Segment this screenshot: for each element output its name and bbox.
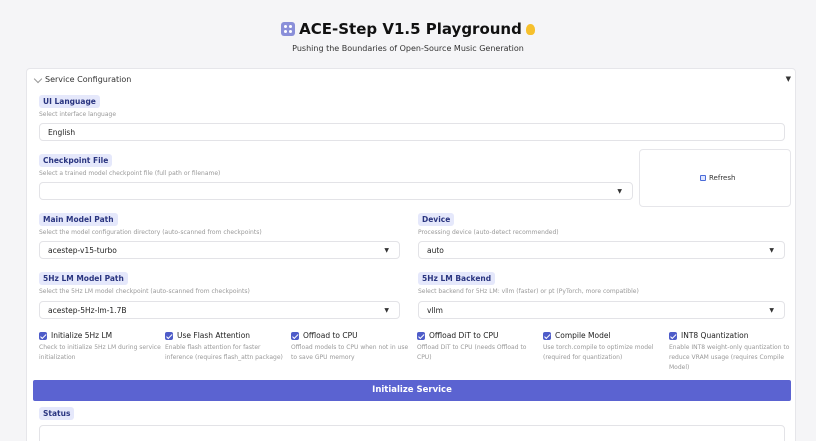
chevron-down-icon: ▼ bbox=[769, 307, 774, 314]
lm-backend-hint: Select backend for 5Hz LM: vllm (faster)… bbox=[418, 288, 639, 295]
refresh-label: Refresh bbox=[709, 174, 736, 182]
checkbox-offload-cpu[interactable]: Offload to CPU Offload models to CPU whe… bbox=[291, 329, 417, 375]
lm-model-dropdown[interactable]: acestep-5Hz-lm-1.7B ▼ bbox=[39, 301, 400, 319]
checkbox-label: Use Flash Attention bbox=[177, 331, 251, 340]
checkbox-offload-dit[interactable]: Offload DiT to CPU Offload DiT to CPU (n… bbox=[417, 329, 543, 375]
checkbox-flash-attention[interactable]: Use Flash Attention Enable flash attenti… bbox=[165, 329, 291, 375]
checkpoint-hint: Select a trained model checkpoint file (… bbox=[39, 170, 221, 177]
refresh-icon bbox=[700, 175, 706, 181]
lm-model-hint: Select the 5Hz LM model checkpoint (auto… bbox=[39, 288, 250, 295]
checkbox-init-lm[interactable]: Initialize 5Hz LM Check to initialize 5H… bbox=[39, 329, 165, 375]
lm-model-value: acestep-5Hz-lm-1.7B bbox=[48, 306, 127, 315]
checkbox-checked-icon[interactable] bbox=[291, 332, 299, 340]
lm-backend-value: vllm bbox=[427, 306, 443, 315]
lm-backend-dropdown[interactable]: vllm ▼ bbox=[418, 301, 785, 319]
main-model-label: Main Model Path bbox=[39, 213, 118, 226]
chevron-down-icon: ▼ bbox=[384, 247, 389, 254]
main-model-value: acestep-v15-turbo bbox=[48, 246, 117, 255]
options-checkbox-row: Initialize 5Hz LM Check to initialize 5H… bbox=[39, 329, 791, 375]
wrench-icon bbox=[33, 74, 43, 84]
checkbox-label: Initialize 5Hz LM bbox=[51, 331, 113, 340]
service-config-accordion-header[interactable]: Service Configuration ▼ bbox=[27, 69, 797, 91]
device-value: auto bbox=[427, 246, 444, 255]
checkbox-checked-icon[interactable] bbox=[165, 332, 173, 340]
main-model-hint: Select the model configuration directory… bbox=[39, 229, 262, 236]
ui-language-label: UI Language bbox=[39, 95, 100, 108]
checkbox-description: Enable flash attention for faster infere… bbox=[165, 344, 283, 361]
service-config-panel: Service Configuration ▼ UI Language Sele… bbox=[26, 68, 796, 441]
title-text: ACE-Step V1.5 Playground bbox=[299, 20, 522, 38]
checkpoint-label: Checkpoint File bbox=[39, 154, 113, 167]
status-label: Status bbox=[39, 407, 75, 420]
ui-language-dropdown[interactable]: English bbox=[39, 123, 785, 141]
ui-language-hint: Select interface language bbox=[39, 111, 117, 118]
accordion-title: Service Configuration bbox=[45, 75, 132, 84]
refresh-button[interactable]: Refresh bbox=[700, 174, 735, 182]
checkbox-label: INT8 Quantization bbox=[681, 331, 749, 340]
initialize-service-button[interactable]: Initialize Service bbox=[33, 380, 791, 401]
device-label: Device bbox=[418, 213, 455, 226]
status-textbox[interactable] bbox=[39, 425, 785, 441]
checkbox-compile-model[interactable]: Compile Model Use torch.compile to optim… bbox=[543, 329, 669, 375]
app-logo-icon bbox=[281, 22, 296, 36]
refresh-container: Refresh bbox=[639, 149, 791, 207]
ui-language-value: English bbox=[48, 128, 76, 137]
page-title: ACE-Step V1.5 Playground bbox=[0, 20, 816, 38]
checkbox-label: Offload to CPU bbox=[303, 331, 358, 340]
lightbulb-icon bbox=[525, 24, 535, 35]
collapse-caret-icon[interactable]: ▼ bbox=[786, 75, 791, 83]
checkbox-description: Check to initialize 5Hz LM during servic… bbox=[39, 344, 161, 361]
checkbox-description: Use torch.compile to optimize model (req… bbox=[543, 344, 654, 361]
checkbox-checked-icon[interactable] bbox=[39, 332, 47, 340]
checkpoint-dropdown[interactable]: ▼ bbox=[39, 182, 633, 200]
checkbox-label: Offload DiT to CPU bbox=[429, 331, 499, 340]
checkbox-checked-icon[interactable] bbox=[417, 332, 425, 340]
main-model-dropdown[interactable]: acestep-v15-turbo ▼ bbox=[39, 241, 400, 259]
device-dropdown[interactable]: auto ▼ bbox=[418, 241, 785, 259]
checkbox-checked-icon[interactable] bbox=[669, 332, 677, 340]
device-hint: Processing device (auto-detect recommend… bbox=[418, 229, 559, 236]
chevron-down-icon: ▼ bbox=[769, 247, 774, 254]
page-subtitle: Pushing the Boundaries of Open-Source Mu… bbox=[292, 44, 524, 53]
page-header: ACE-Step V1.5 Playground Pushing the Bou… bbox=[0, 0, 816, 68]
checkbox-checked-icon[interactable] bbox=[543, 332, 551, 340]
lm-model-label: 5Hz LM Model Path bbox=[39, 272, 128, 285]
checkbox-description: Enable INT8 weight-only quantization to … bbox=[669, 344, 790, 371]
chevron-down-icon: ▼ bbox=[384, 307, 389, 314]
checkbox-description: Offload DiT to CPU (needs Offload to CPU… bbox=[417, 344, 527, 361]
checkbox-description: Offload models to CPU when not in use to… bbox=[291, 344, 409, 361]
chevron-down-icon: ▼ bbox=[617, 188, 622, 195]
lm-backend-label: 5Hz LM Backend bbox=[418, 272, 496, 285]
checkbox-label: Compile Model bbox=[555, 331, 611, 340]
checkbox-int8-quantization[interactable]: INT8 Quantization Enable INT8 weight-onl… bbox=[669, 329, 795, 375]
